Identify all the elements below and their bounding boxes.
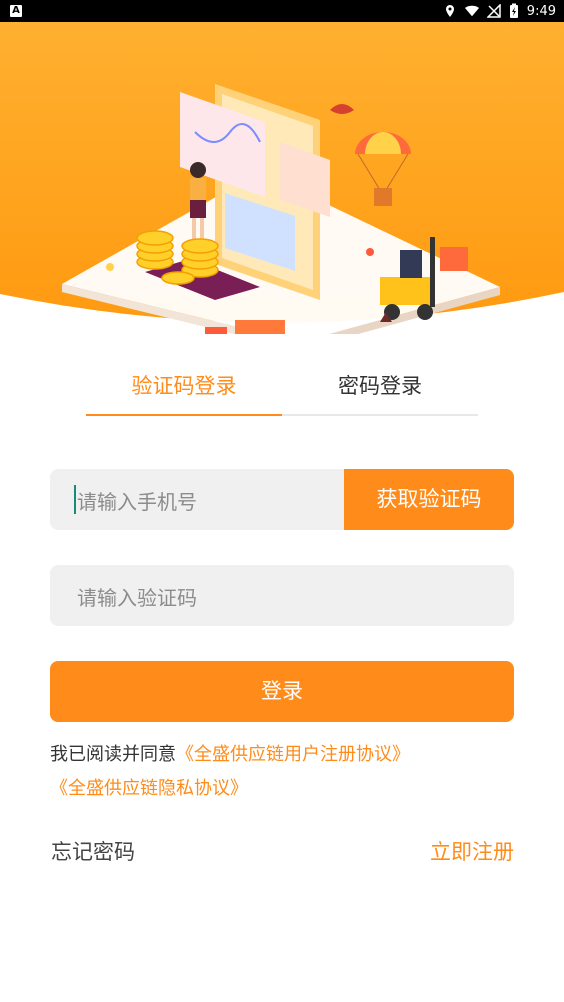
forgot-password-link[interactable]: 忘记密码 xyxy=(51,836,135,866)
phone-placeholder: 请输入手机号 xyxy=(77,490,197,514)
status-icons: 9:49 xyxy=(443,2,556,20)
logistics-illustration xyxy=(0,22,564,334)
login-button[interactable]: 登录 xyxy=(50,661,514,722)
get-code-button[interactable]: 获取验证码 xyxy=(344,469,514,530)
tab-password-login[interactable]: 密码登录 xyxy=(282,370,478,400)
app-notification-icon: A xyxy=(10,5,22,17)
wifi-icon xyxy=(464,5,479,17)
tab-sms-login[interactable]: 验证码登录 xyxy=(86,370,282,400)
register-link[interactable]: 立即注册 xyxy=(430,836,514,866)
agreement-text: 我已阅读并同意《全盛供应链用户注册协议》 《全盛供应链隐私协议》 xyxy=(50,738,530,806)
status-bar: A 9:49 xyxy=(0,0,564,22)
verification-code-input[interactable]: 请输入验证码 xyxy=(50,565,514,626)
privacy-policy-link[interactable]: 《全盛供应链隐私协议》 xyxy=(50,778,248,799)
code-placeholder: 请输入验证码 xyxy=(77,586,197,610)
battery-charging-icon xyxy=(509,3,518,18)
user-agreement-link[interactable]: 《全盛供应链用户注册协议》 xyxy=(176,744,410,765)
no-signal-icon xyxy=(486,4,501,18)
clock: 9:49 xyxy=(526,3,556,19)
login-tabs: 验证码登录 密码登录 xyxy=(86,360,478,416)
active-tab-indicator xyxy=(86,414,282,416)
text-cursor xyxy=(74,485,76,514)
header-banner xyxy=(0,22,564,334)
location-icon xyxy=(445,5,454,17)
phone-input[interactable]: 请输入手机号 获取验证码 xyxy=(50,469,514,530)
agreement-prefix: 我已阅读并同意 xyxy=(50,744,176,765)
